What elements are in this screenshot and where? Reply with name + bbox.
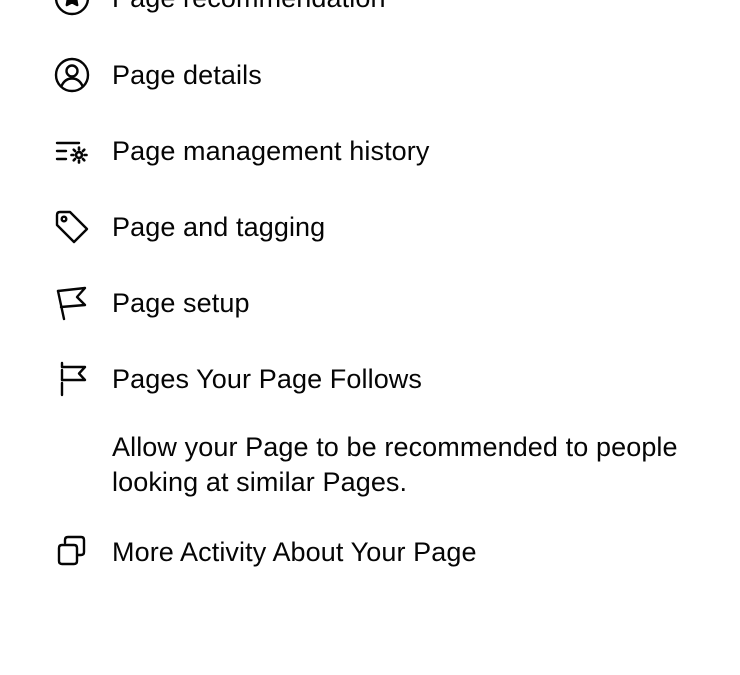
- menu-item-page-details[interactable]: Page details: [0, 45, 740, 105]
- list-gear-icon: [52, 131, 92, 171]
- menu-item-label: Page and tagging: [112, 212, 326, 242]
- menu-item-label: Page details: [112, 60, 262, 90]
- menu-item-page-management-history[interactable]: Page management history: [0, 121, 740, 181]
- flag-icon: [52, 283, 92, 323]
- menu-item-label: More Activity About Your Page: [112, 537, 477, 567]
- menu-item-label: Page recommendation: [112, 0, 386, 14]
- menu-item-pages-your-page-follows[interactable]: Pages Your Page Follows: [0, 349, 740, 409]
- stacked-squares-icon: [52, 532, 92, 572]
- menu-item-label: Page management history: [112, 136, 430, 166]
- flag-post-icon: [52, 359, 92, 399]
- star-badge-icon: [52, 0, 92, 18]
- menu-item-page-setup[interactable]: Page setup: [0, 273, 740, 333]
- tag-icon: [52, 207, 92, 247]
- menu-item-label: Page setup: [112, 288, 250, 318]
- menu-item-page-recommendation[interactable]: Page recommendation: [0, 0, 740, 28]
- menu-item-page-and-tagging[interactable]: Page and tagging: [0, 197, 740, 257]
- menu-item-label: Pages Your Page Follows: [112, 364, 423, 394]
- person-circle-icon: [52, 55, 92, 95]
- menu-item-more-activity[interactable]: More Activity About Your Page: [0, 522, 740, 582]
- pages-follows-description: Allow your Page to be recommended to peo…: [112, 432, 678, 497]
